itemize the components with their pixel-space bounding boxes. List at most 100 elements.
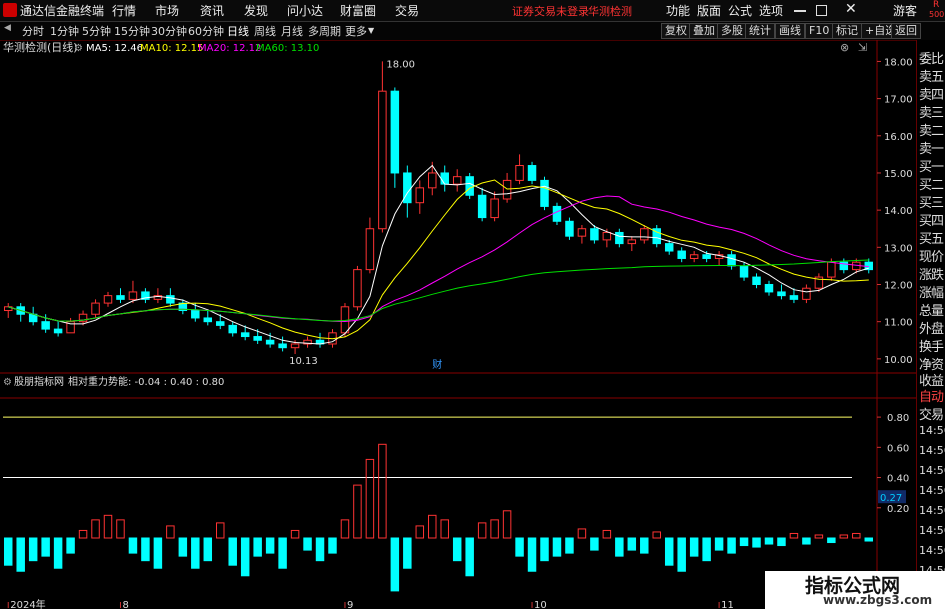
menu-options[interactable]: 选项 xyxy=(759,2,783,19)
period-tab[interactable]: 月线 xyxy=(281,23,303,39)
trade-time: 14:56 xyxy=(919,504,945,517)
indicator-bar xyxy=(590,537,599,551)
price-tick-label: 11.00 xyxy=(884,318,913,329)
back-button[interactable]: 返回 xyxy=(891,23,921,39)
period-tab[interactable]: 分时 xyxy=(22,23,44,39)
user-label[interactable]: 游客 xyxy=(893,2,917,19)
period-tab[interactable]: 15分钟 xyxy=(114,23,150,39)
indicator-settings-icon[interactable]: ⚙ xyxy=(3,377,12,388)
menu-item-wealth[interactable]: 财富圈 xyxy=(340,2,376,19)
indicator-bar xyxy=(3,537,13,566)
period-tab[interactable]: 30分钟 xyxy=(151,23,187,39)
menu-item-quotes[interactable]: 行情 xyxy=(112,2,136,19)
stock-name-notice: 华测检测 xyxy=(588,5,632,18)
menu-item-assistant[interactable]: 问小达 xyxy=(287,2,323,19)
date-tick-label: 8 xyxy=(122,600,128,609)
toolbar-left-arrow-icon[interactable]: ◀ xyxy=(4,23,11,33)
menu-function[interactable]: 功能 xyxy=(666,2,690,19)
candle-body xyxy=(278,343,287,349)
chart-title: 华测检测(日线) xyxy=(3,40,78,54)
candle-body xyxy=(677,250,686,259)
indicator-bar xyxy=(615,537,624,557)
auto-trade-label[interactable]: 自动 xyxy=(919,386,944,405)
quote-label: 现价 xyxy=(919,250,944,265)
menu-formula[interactable]: 公式 xyxy=(728,2,752,19)
indicator-bar xyxy=(128,537,138,554)
indicator-bar xyxy=(540,537,549,562)
candle-body xyxy=(203,317,213,323)
indicator-bar xyxy=(41,537,50,557)
indicator-bar xyxy=(166,525,175,539)
quote-label: 买四 xyxy=(919,214,944,229)
candle-body xyxy=(440,172,449,185)
menu-layout[interactable]: 版面 xyxy=(697,2,721,19)
candle-body xyxy=(727,254,736,267)
chart-area[interactable]: 华测检测(日线) ⚙ MA5: 12.46 MA10: 12.15 MA20: … xyxy=(0,40,916,609)
indicator-title: 股朋指标网 xyxy=(14,375,64,388)
menu-item-news[interactable]: 资讯 xyxy=(200,2,224,19)
settings-gear-icon[interactable]: ⚙ xyxy=(74,43,83,54)
candle-body xyxy=(515,165,524,181)
candle-body xyxy=(452,176,462,185)
quote-label: 卖四 xyxy=(919,88,944,103)
indicator-bar xyxy=(353,484,362,539)
period-tab-active[interactable]: 日线 xyxy=(227,23,249,39)
menu-item-market[interactable]: 市场 xyxy=(155,2,179,19)
candle-body xyxy=(428,172,437,189)
ma10-label: MA10: 12.15 xyxy=(140,43,203,54)
multi-stock-button[interactable]: 多股 xyxy=(717,23,747,39)
candle-body xyxy=(615,231,624,245)
period-tab[interactable]: 60分钟 xyxy=(188,23,224,39)
candle-body xyxy=(490,198,499,219)
period-tab[interactable]: 1分钟 xyxy=(50,23,79,39)
close-icon[interactable]: ✕ xyxy=(845,1,857,17)
quote-label: 外盘 xyxy=(919,322,944,337)
menu-item-trade[interactable]: 交易 xyxy=(395,2,419,19)
restore-rights-button[interactable]: 复权 xyxy=(661,23,691,39)
menu-item-discover[interactable]: 发现 xyxy=(244,2,268,19)
indicator-bar xyxy=(378,443,387,539)
indicator-bar xyxy=(328,537,337,554)
price-chart-header: 华测检测(日线) ⚙ MA5: 12.46 MA10: 12.15 MA20: … xyxy=(3,40,867,54)
minimize-icon[interactable] xyxy=(794,10,806,12)
candle-body xyxy=(390,90,400,174)
f10-button[interactable]: F10 xyxy=(805,23,834,39)
trade-time: 14:56 xyxy=(919,424,945,437)
indicator-bar xyxy=(789,532,799,539)
candle-body xyxy=(702,254,711,259)
indicator-bar xyxy=(78,529,88,539)
indicator-bar xyxy=(527,537,537,572)
period-tab[interactable]: 周线 xyxy=(254,23,276,39)
date-tick-label: 2024年 xyxy=(10,598,45,609)
statistics-button[interactable]: 统计 xyxy=(745,23,775,39)
indicator-bar xyxy=(640,537,649,554)
candle-body xyxy=(789,295,799,300)
period-tab[interactable]: 更多 xyxy=(345,23,367,39)
indicator-bar xyxy=(677,537,686,572)
finance-marker[interactable]: 财 xyxy=(432,358,442,371)
maximize-icon[interactable] xyxy=(816,5,827,16)
indicator-bar xyxy=(864,537,874,542)
indicator-bar xyxy=(178,537,188,557)
quote-label: 买二 xyxy=(919,178,944,193)
more-chevron-icon[interactable]: ▼ xyxy=(368,26,374,35)
candle-body xyxy=(552,205,562,222)
trade-label[interactable]: 交易 xyxy=(919,404,944,423)
candle-body xyxy=(827,261,836,278)
indicator-bar xyxy=(515,537,524,557)
mark-button[interactable]: 标记 xyxy=(832,23,862,39)
draw-line-button[interactable]: 画线 xyxy=(775,23,805,39)
indicator-bar xyxy=(403,537,412,569)
login-notice[interactable]: 证券交易未登录 xyxy=(512,3,589,19)
candle-body xyxy=(590,228,599,241)
period-tab[interactable]: 5分钟 xyxy=(82,23,111,39)
chart-expand-icon[interactable]: ⇲ xyxy=(858,41,867,54)
indicator-bar xyxy=(452,537,462,562)
moving-average-lines xyxy=(8,164,869,345)
candle-body xyxy=(253,336,262,341)
date-tick-label: 11 xyxy=(721,600,734,609)
overlay-button[interactable]: 叠加 xyxy=(689,23,719,39)
ma-line-ma20 xyxy=(8,195,869,323)
period-tab[interactable]: 多周期 xyxy=(308,23,341,39)
chart-close-icon[interactable]: ⊗ xyxy=(840,41,849,54)
